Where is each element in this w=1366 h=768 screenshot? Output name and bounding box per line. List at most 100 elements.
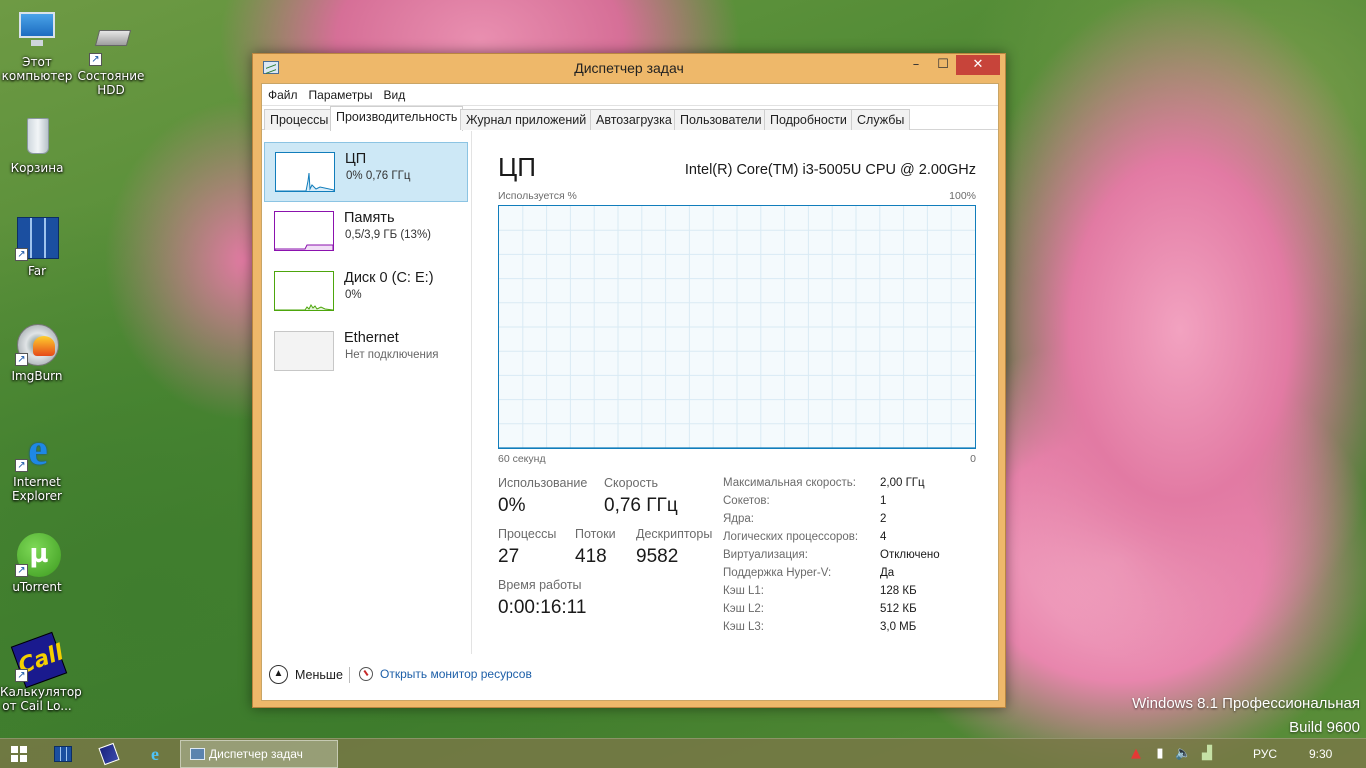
watermark-build: Build 9600 [1289, 719, 1360, 736]
resource-item-ethernet[interactable]: Ethernet Нет подключения [264, 322, 468, 382]
desktop-icon-label: Explorer [12, 489, 62, 503]
tray-network-icon[interactable]: ▟ [1199, 746, 1215, 762]
resource-title: Диск 0 (C: E:) [344, 270, 434, 286]
spec-value: 4 [880, 531, 887, 543]
desktop-icon-far[interactable]: ↗ Far [0, 217, 74, 278]
tray-action-center-icon[interactable]: ▲ [1128, 746, 1144, 762]
open-resource-monitor-label: Открыть монитор ресурсов [380, 667, 532, 681]
close-button[interactable]: ✕ [956, 55, 1000, 75]
desktop-icon-utorrent[interactable]: µ ↗ uTorrent [0, 533, 74, 594]
tray-battery-icon[interactable]: ▮ [1152, 746, 1168, 762]
taskbar-far-icon[interactable] [52, 743, 74, 765]
cpu-usage-chart [499, 206, 975, 448]
desktop-icon-label: ImgBurn [11, 369, 63, 383]
shortcut-arrow-icon: ↗ [15, 564, 28, 577]
graph-y-label: Используется % [498, 190, 577, 202]
resource-monitor-icon [359, 667, 373, 681]
resource-item-cpu[interactable]: ЦП 0% 0,76 ГГц [264, 142, 468, 202]
handles-label: Дескрипторы [636, 527, 713, 541]
minimize-button[interactable]: – [905, 55, 927, 75]
cpu-detail-panel: ЦП Intel(R) Core(TM) i3-5005U CPU @ 2.00… [498, 131, 978, 651]
desktop-icon-recycle-bin[interactable]: Корзина [0, 114, 74, 175]
window-client-area: Файл Параметры Вид Процессы Производител… [261, 83, 999, 701]
disc-icon: ↗ [15, 322, 59, 366]
tray-volume-icon[interactable]: 🔈 [1175, 746, 1191, 762]
desktop-icon-imgburn[interactable]: ↗ ImgBurn [0, 322, 74, 383]
resource-item-memory[interactable]: Память 0,5/3,9 ГБ (13%) [264, 202, 468, 262]
desktop-icon-hdd-state[interactable]: ↗ Состояние HDD [74, 22, 148, 97]
spec-label: Логических процессоров: [723, 531, 859, 543]
taskbar-internet-explorer-icon[interactable]: e [144, 743, 166, 765]
divider [349, 667, 350, 683]
desktop-icon-label: Калькулятор [0, 685, 82, 699]
desktop-icon-label: uTorrent [12, 580, 62, 594]
ethernet-mini-graph [274, 331, 334, 371]
taskbar-task-manager-button[interactable]: Диспетчер задач [180, 740, 338, 768]
tray-clock[interactable]: 9:30 [1309, 747, 1332, 761]
handles-value: 9582 [636, 546, 679, 567]
open-resource-monitor-link[interactable]: Открыть монитор ресурсов [359, 667, 532, 681]
graph-y-max: 100% [949, 190, 976, 202]
window-title: Диспетчер задач [574, 60, 684, 76]
cpu-usage-graph [498, 205, 976, 449]
hard-drive-icon: ↗ [89, 22, 133, 66]
spec-value: 2,00 ГГц [880, 477, 925, 489]
taskbar-tool-icon[interactable] [98, 742, 120, 766]
desktop-icon-calculator[interactable]: Call ↗ Калькулятор от Cail Lo... [0, 631, 82, 713]
resource-list: ЦП 0% 0,76 ГГц Память 0,5/3,9 ГБ (13%) Д… [262, 131, 472, 655]
fewer-details-button[interactable]: ▲ Меньше [269, 665, 343, 684]
tab-startup[interactable]: Автозагрузка [590, 109, 678, 130]
cpu-mini-graph [275, 152, 335, 192]
watermark-edition: Windows 8.1 Профессиональная [1132, 695, 1360, 712]
resource-title: Ethernet [344, 330, 399, 346]
spec-value: 512 КБ [880, 603, 917, 615]
recycle-bin-icon [15, 114, 59, 158]
tab-details[interactable]: Подробности [764, 109, 853, 130]
resource-subtitle: 0,5/3,9 ГБ (13%) [345, 229, 432, 241]
desktop-icon-internet-explorer[interactable]: e ↗ Internet Explorer [0, 428, 74, 504]
cpu-heading: ЦП [498, 152, 536, 182]
menu-options[interactable]: Параметры [309, 88, 373, 102]
resource-item-disk[interactable]: Диск 0 (C: E:) 0% [264, 262, 468, 322]
menu-file[interactable]: Файл [268, 88, 298, 102]
spec-value: 1 [880, 495, 887, 507]
shortcut-arrow-icon: ↗ [15, 248, 28, 261]
spec-value: 128 КБ [880, 585, 917, 597]
desktop-icon-label: Far [27, 264, 47, 278]
spec-label: Кэш L3: [723, 621, 764, 633]
tab-services[interactable]: Службы [851, 109, 911, 130]
desktop-icon-label: Корзина [10, 161, 64, 175]
threads-label: Потоки [575, 527, 616, 541]
usage-label: Использование [498, 476, 588, 490]
tab-processes[interactable]: Процессы [264, 109, 335, 130]
resource-subtitle: Нет подключения [345, 349, 439, 361]
resource-title: ЦП [345, 151, 367, 167]
tray-language[interactable]: РУС [1253, 747, 1277, 761]
maximize-button[interactable]: ☐ [932, 55, 954, 75]
tab-app-history[interactable]: Журнал приложений [460, 109, 593, 130]
desktop-icon-this-pc[interactable]: Этот компьютер [0, 8, 74, 83]
tab-performance[interactable]: Производительность [330, 106, 464, 131]
taskbar: e Диспетчер задач ▲ ▮ 🔈 ▟ РУС 9:30 [0, 738, 1366, 768]
task-manager-window: Диспетчер задач – ☐ ✕ Файл Параметры Вид… [252, 53, 1006, 708]
spec-value: Да [880, 567, 895, 579]
spec-label: Поддержка Hyper-V: [723, 567, 832, 579]
tab-strip: Процессы Производительность Журнал прило… [262, 106, 998, 131]
spec-value: 2 [880, 513, 887, 525]
start-button[interactable] [11, 746, 27, 762]
speed-label: Скорость [604, 476, 658, 490]
resource-subtitle: 0% [345, 289, 362, 301]
desktop-icon-label: Состояние [77, 69, 145, 83]
uptime-label: Время работы [498, 578, 582, 592]
title-bar[interactable]: Диспетчер задач – ☐ ✕ [253, 54, 1005, 82]
speed-value: 0,76 ГГц [604, 495, 678, 516]
threads-value: 418 [575, 546, 607, 567]
spec-value: 3,0 МБ [880, 621, 917, 633]
spec-label: Ядра: [723, 513, 755, 525]
menu-view[interactable]: Вид [383, 88, 405, 102]
menu-bar: Файл Параметры Вид [262, 84, 998, 106]
uptime-value: 0:00:16:11 [498, 597, 587, 618]
shortcut-arrow-icon: ↗ [15, 669, 28, 682]
desktop-icon-label: от Cail Lo... [2, 699, 72, 713]
tab-users[interactable]: Пользователи [674, 109, 768, 130]
